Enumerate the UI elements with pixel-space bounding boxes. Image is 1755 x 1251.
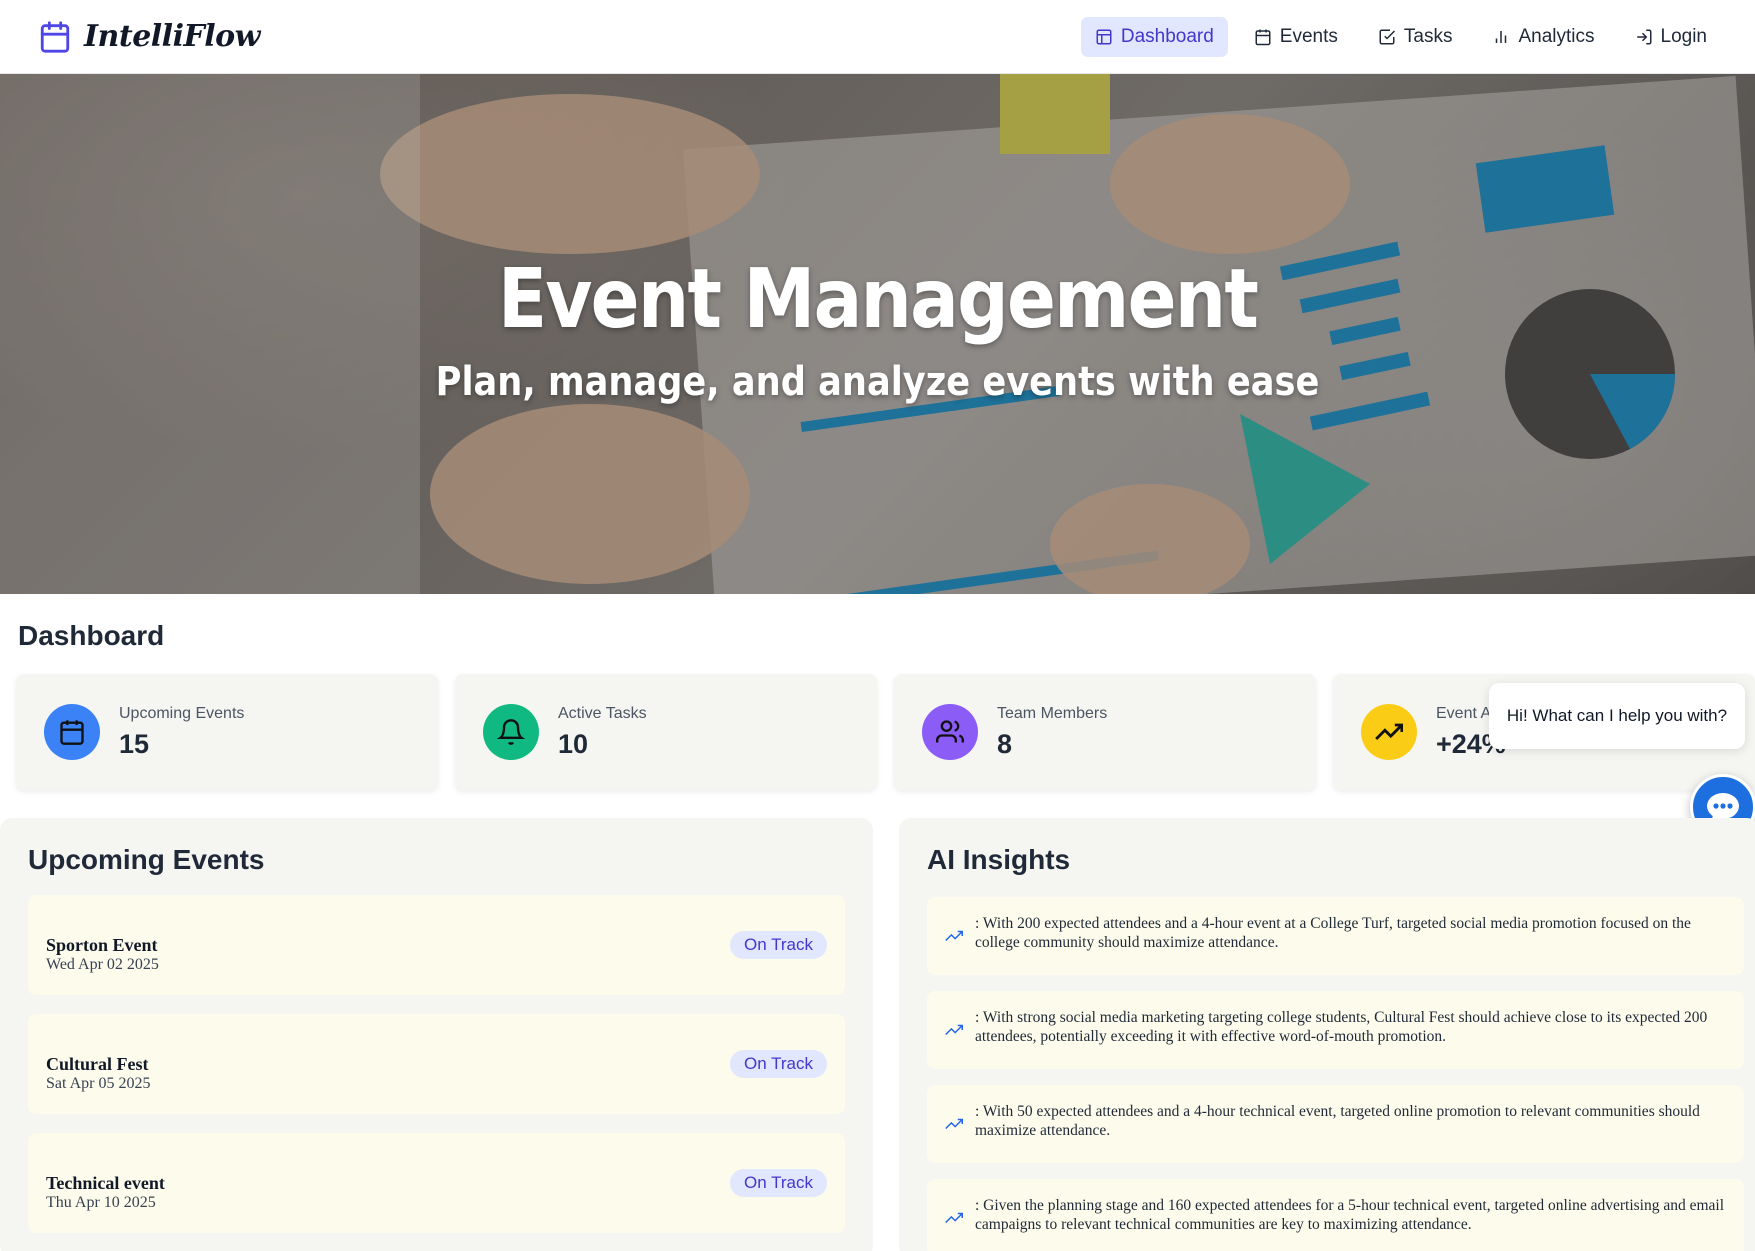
stat-label: Active Tasks [558,704,647,722]
stat-text: Active Tasks 10 [558,705,647,760]
event-date: Thu Apr 10 2025 [46,1194,156,1211]
brand-name: IntelliFlow [84,19,261,54]
bell-icon [497,719,525,745]
nav-dashboard-label: Dashboard [1120,25,1214,47]
trending-up-icon [1375,723,1403,740]
nav-dashboard[interactable]: Dashboard [1080,16,1228,57]
trending-up-icon [945,1024,963,1036]
stat-label: Upcoming Events [119,704,245,722]
trending-up-icon [945,1118,963,1130]
insight-card: : Given the planning stage and 160 expec… [927,1179,1744,1251]
calendar-icon [60,720,84,745]
hero-banner: Event Management Plan, manage, and analy… [0,74,1755,594]
event-name: Technical event [46,1173,165,1193]
stat-icon-wrap [44,704,100,760]
ai-insights-panel: AI Insights : With 200 expected attendee… [899,818,1755,1251]
stat-text: Team Members 8 [997,705,1107,760]
event-card[interactable]: Sporton Event Wed Apr 02 2025 On Track [28,895,845,995]
status-badge: On Track [730,1169,827,1197]
insight-card: : With 50 expected attendees and a 4-hou… [927,1085,1744,1163]
nav-login-label: Login [1660,25,1708,47]
event-name: Cultural Fest [46,1054,149,1074]
calendar-icon [1255,29,1271,45]
stat-value: 8 [997,728,1013,759]
trending-up-icon [945,930,963,942]
insight-text: : With strong social media marketing tar… [975,1009,1708,1045]
stat-value: 10 [558,728,589,759]
status-badge: On Track [730,931,827,959]
stat-card-team-members[interactable]: Team Members 8 [894,674,1316,790]
status-badge: On Track [730,1050,827,1078]
nav-events-label: Events [1279,25,1338,47]
stat-text: Upcoming Events 15 [119,705,244,760]
hero-text: Event Management Plan, manage, and analy… [0,252,1755,406]
nav-tasks-label: Tasks [1403,25,1453,47]
trending-up-icon [945,1212,963,1224]
insight-card: : With 200 expected attendees and a 4-ho… [927,897,1744,975]
stat-icon-wrap [483,704,539,760]
nav-login[interactable]: Login [1621,17,1722,57]
insight-text: : With 50 expected attendees and a 4-hou… [975,1103,1700,1139]
upcoming-events-title: Upcoming Events [28,844,265,875]
hero-title: Event Management [497,252,1259,347]
users-icon [936,720,964,743]
event-card[interactable]: Cultural Fest Sat Apr 05 2025 On Track [28,1014,845,1114]
event-name: Sporton Event [46,935,158,955]
brand[interactable]: IntelliFlow [38,19,261,54]
chat-greeting-bubble[interactable]: Hi! What can I help you with? [1489,683,1745,749]
stat-card-upcoming-events[interactable]: Upcoming Events 15 [16,674,438,790]
chat-greeting-text: Hi! What can I help you with? [1506,706,1728,725]
nav-events[interactable]: Events [1240,17,1352,57]
insight-card: : With strong social media marketing tar… [927,991,1744,1069]
event-date: Wed Apr 02 2025 [46,956,159,973]
calendar-icon [40,20,70,53]
nav-analytics[interactable]: Analytics [1478,17,1608,57]
nav-analytics-label: Analytics [1518,25,1595,47]
hero-subtitle: Plan, manage, and analyze events with ea… [435,359,1320,405]
dashboard-title: Dashboard [18,620,165,651]
event-card[interactable]: Technical event Thu Apr 10 2025 On Track [28,1133,845,1233]
stat-label: Team Members [997,704,1108,722]
nav-tasks[interactable]: Tasks [1364,17,1467,57]
event-date: Sat Apr 05 2025 [46,1075,151,1092]
checkbox-icon [1379,29,1395,44]
stat-card-active-tasks[interactable]: Active Tasks 10 [455,674,877,790]
stat-icon-wrap [922,704,978,760]
layout-icon [1096,29,1112,44]
login-icon [1636,29,1651,44]
top-navbar: IntelliFlow Dashboard Events Tasks Analy… [0,0,1755,74]
bar-chart-icon [1496,30,1507,43]
insight-text: : Given the planning stage and 160 expec… [975,1197,1725,1233]
stat-icon-wrap [1361,704,1417,760]
stat-value: 15 [119,728,150,759]
nav-links: Dashboard Events Tasks Analytics Login [1080,16,1722,57]
upcoming-events-panel: Upcoming Events Sporton Event Wed Apr 02… [0,818,873,1251]
insight-text: : With 200 expected attendees and a 4-ho… [975,915,1691,951]
ai-insights-title: AI Insights [927,844,1071,875]
